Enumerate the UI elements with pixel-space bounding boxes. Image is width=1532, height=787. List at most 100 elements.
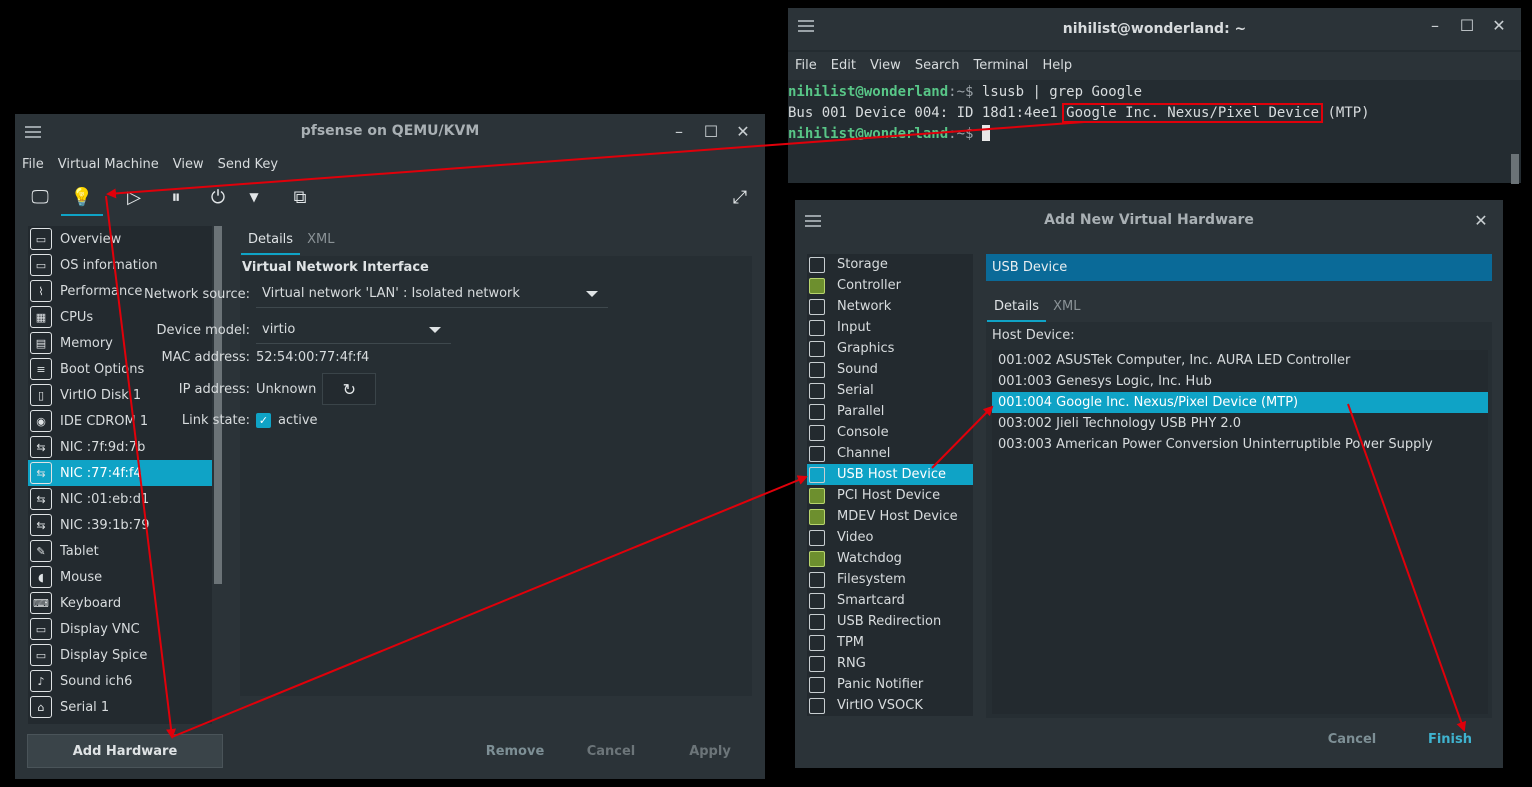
hardware-type-item[interactable]: USB Redirection xyxy=(807,611,973,632)
fullscreen-icon[interactable]: ⤢ xyxy=(727,184,753,210)
sidebar-item[interactable]: ⇆ NIC :7f:9d:7b xyxy=(28,434,212,460)
sidebar-item-label: Keyboard xyxy=(60,595,122,611)
terminal-scrollbar[interactable] xyxy=(1511,154,1519,184)
tab-xml[interactable]: XML xyxy=(300,227,341,253)
remove-button[interactable]: Remove xyxy=(477,740,553,762)
sidebar-item[interactable]: ▭ Display VNC xyxy=(28,616,212,642)
console-icon xyxy=(809,424,825,441)
hardware-type-item[interactable]: Storage xyxy=(807,254,973,275)
hardware-type-item[interactable]: Sound xyxy=(807,359,973,380)
cancel-button[interactable]: Cancel xyxy=(575,740,647,762)
hardware-type-label: Video xyxy=(837,530,874,545)
vm-toolbar: 🖵 💡 ▷ ⏸ ⏻ ▼ ⧉ ⤢ xyxy=(15,180,765,216)
finish-button[interactable]: Finish xyxy=(1415,728,1485,750)
minimize-icon[interactable]: – xyxy=(1421,14,1449,36)
host-device-list[interactable]: 001:002 ASUSTek Computer, Inc. AURA LED … xyxy=(992,350,1488,714)
sidebar-item[interactable]: ▭ Overview xyxy=(28,226,212,252)
dialog-titlebar[interactable]: Add New Virtual Hardware ✕ xyxy=(795,200,1503,240)
menu-file[interactable]: File xyxy=(788,55,824,77)
menu-help[interactable]: Help xyxy=(1035,55,1079,77)
sidebar-item[interactable]: ◖ Mouse xyxy=(28,564,212,590)
cancel-button[interactable]: Cancel xyxy=(1315,728,1389,750)
display-icon: ▭ xyxy=(30,644,52,666)
hardware-type-item[interactable]: TPM xyxy=(807,632,973,653)
close-icon[interactable]: ✕ xyxy=(729,120,757,142)
tab-details[interactable]: Details xyxy=(987,294,1047,322)
pause-icon[interactable]: ⏸ xyxy=(163,184,189,210)
tab-details[interactable]: Details xyxy=(241,227,301,255)
hardware-type-item[interactable]: Filesystem xyxy=(807,569,973,590)
snapshots-icon[interactable]: ⧉ xyxy=(287,184,313,210)
hardware-type-item[interactable]: USB Host Device xyxy=(807,464,973,485)
link-state-checkbox[interactable]: ✓ xyxy=(256,413,271,428)
hardware-type-item[interactable]: Panic Notifier xyxy=(807,674,973,695)
hamburger-menu-icon[interactable] xyxy=(25,123,41,139)
terminal-output[interactable]: nihilist@wonderland:~$ lsusb | grep Goog… xyxy=(788,82,1509,145)
minimize-icon[interactable]: – xyxy=(665,120,693,142)
hamburger-menu-icon[interactable] xyxy=(805,212,821,228)
close-icon[interactable]: ✕ xyxy=(1485,14,1513,36)
hardware-type-item[interactable]: RNG xyxy=(807,653,973,674)
hardware-type-item[interactable]: Parallel xyxy=(807,401,973,422)
sidebar-item-label: Mouse xyxy=(60,569,103,585)
sidebar-item[interactable]: ⇆ NIC :39:1b:79 xyxy=(28,512,212,538)
network-source-dropdown[interactable]: Virtual network 'LAN' : Isolated network xyxy=(256,280,608,308)
hardware-type-item[interactable]: MDEV Host Device xyxy=(807,506,973,527)
hardware-type-item[interactable]: Watchdog xyxy=(807,548,973,569)
sidebar-item-label: VirtIO Disk 1 xyxy=(60,387,142,403)
terminal-titlebar[interactable]: nihilist@wonderland: ~ – ☐ ✕ xyxy=(788,8,1521,50)
sidebar-item-label: NIC :77:4f:f4 xyxy=(60,465,142,481)
menu-terminal[interactable]: Terminal xyxy=(966,55,1035,77)
hardware-type-item[interactable]: Console xyxy=(807,422,973,443)
sidebar-item[interactable]: ⇆ NIC :01:eb:d1 xyxy=(28,486,212,512)
sidebar-item[interactable]: ⌂ Serial 1 xyxy=(28,694,212,720)
hardware-type-item[interactable]: PCI Host Device xyxy=(807,485,973,506)
link-state-value: active xyxy=(278,413,318,428)
host-device-item[interactable]: 001:003 Genesys Logic, Inc. Hub xyxy=(992,371,1488,392)
menu-send-key[interactable]: Send Key xyxy=(211,154,285,176)
add-hardware-button[interactable]: Add Hardware xyxy=(27,734,223,768)
hardware-type-item[interactable]: Network xyxy=(807,296,973,317)
sidebar-item[interactable]: ⌨ Keyboard xyxy=(28,590,212,616)
menu-edit[interactable]: Edit xyxy=(824,55,863,77)
host-device-item[interactable]: 003:003 American Power Conversion Uninte… xyxy=(992,434,1488,455)
power-icon[interactable]: ⏻ xyxy=(205,184,231,210)
hardware-type-item[interactable]: VirtIO VSOCK xyxy=(807,695,973,716)
sidebar-item[interactable]: ▭ Display Spice xyxy=(28,642,212,668)
refresh-ip-button[interactable]: ↻ xyxy=(322,373,377,405)
hardware-type-item[interactable]: Video xyxy=(807,527,973,548)
hardware-type-item[interactable]: Serial xyxy=(807,380,973,401)
play-icon[interactable]: ▷ xyxy=(121,184,147,210)
apply-button[interactable]: Apply xyxy=(675,740,745,762)
hardware-type-item[interactable]: Controller xyxy=(807,275,973,296)
sidebar-item[interactable]: ✎ Tablet xyxy=(28,538,212,564)
sidebar-item[interactable]: ♪ Sound ich6 xyxy=(28,668,212,694)
maximize-icon[interactable]: ☐ xyxy=(697,120,725,142)
hardware-type-item[interactable]: Smartcard xyxy=(807,590,973,611)
menu-view[interactable]: View xyxy=(166,154,211,176)
tab-xml[interactable]: XML xyxy=(1046,294,1087,320)
hardware-type-item[interactable]: Channel xyxy=(807,443,973,464)
host-device-item[interactable]: 001:002 ASUSTek Computer, Inc. AURA LED … xyxy=(992,350,1488,371)
hardware-type-item[interactable]: Input xyxy=(807,317,973,338)
menu-virtual-machine[interactable]: Virtual Machine xyxy=(51,154,166,176)
sidebar-item[interactable]: ⇆ NIC :77:4f:f4 xyxy=(28,460,212,486)
menu-search[interactable]: Search xyxy=(908,55,967,77)
lsusb-output-prefix: Bus 001 Device 004: ID 18d1:4ee1 xyxy=(788,105,1067,121)
vm-titlebar[interactable]: pfsense on QEMU/KVM – ☐ ✕ xyxy=(15,114,765,148)
hamburger-menu-icon[interactable] xyxy=(798,17,814,33)
hardware-type-list[interactable]: Storage Controller Network Input Graphics Sou… xyxy=(807,254,973,716)
power-dropdown-chevron-icon[interactable]: ▼ xyxy=(241,184,267,210)
host-device-item[interactable]: 003:002 Jieli Technology USB PHY 2.0 xyxy=(992,413,1488,434)
close-icon[interactable]: ✕ xyxy=(1467,209,1495,231)
maximize-icon[interactable]: ☐ xyxy=(1453,14,1481,36)
device-model-dropdown[interactable]: virtio xyxy=(256,316,451,344)
serial-icon: ⌂ xyxy=(30,696,52,718)
menu-file[interactable]: File xyxy=(15,154,51,176)
host-device-item[interactable]: 001:004 Google Inc. Nexus/Pixel Device (… xyxy=(992,392,1488,413)
console-monitor-icon[interactable]: 🖵 xyxy=(27,184,53,210)
sidebar-item[interactable]: ▭ OS information xyxy=(28,252,212,278)
menu-view[interactable]: View xyxy=(863,55,908,77)
hardware-type-item[interactable]: Graphics xyxy=(807,338,973,359)
details-lightbulb-icon[interactable]: 💡 xyxy=(61,184,103,216)
